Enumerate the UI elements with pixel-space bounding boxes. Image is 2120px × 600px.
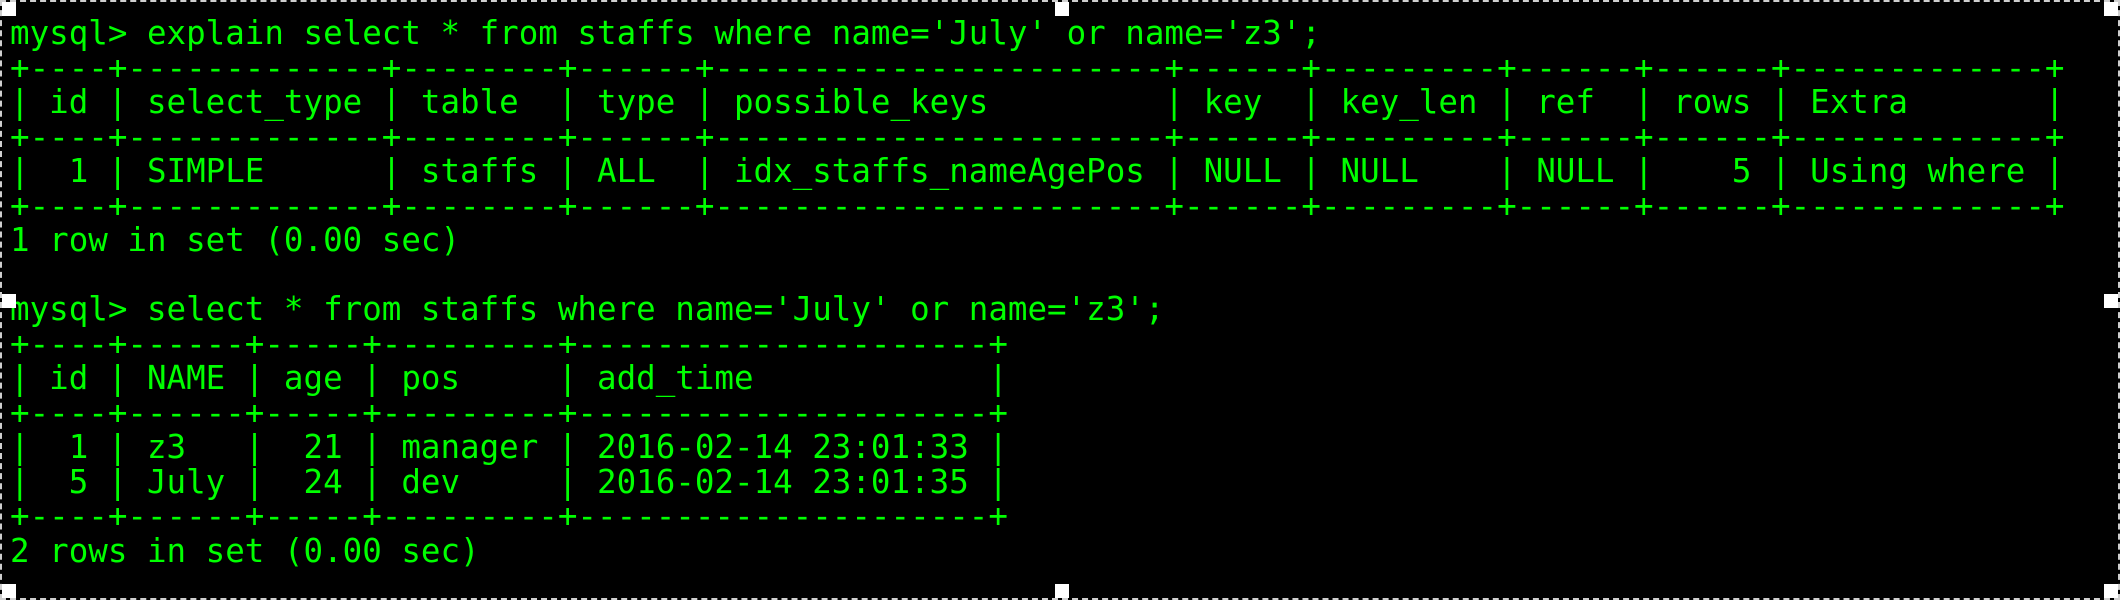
resize-handle-top-right[interactable]: [2104, 2, 2118, 16]
explain-table-border-bottom: +----+-------------+--------+------+----…: [10, 186, 2065, 225]
explain-table-border-mid: +----+-------------+--------+------+----…: [10, 117, 2065, 156]
select-result-summary: 2 rows in set (0.00 sec): [10, 531, 480, 570]
resize-handle-bottom-left[interactable]: [2, 584, 16, 598]
resize-handle-bottom-right[interactable]: [2104, 584, 2118, 598]
select-table-header-row: | id | NAME | age | pos | add_time |: [10, 359, 1008, 397]
explain-result-summary: 1 row in set (0.00 sec): [10, 221, 461, 259]
select-table-row: | 1 | z3 | 21 | manager | 2016-02-14 23:…: [10, 428, 1008, 466]
resize-handle-middle-right[interactable]: [2104, 294, 2118, 308]
select-command-line: mysql> select * from staffs where name='…: [10, 290, 1165, 328]
explain-command-line: mysql> explain select * from staffs wher…: [10, 14, 1321, 52]
explain-table-row: | 1 | SIMPLE | staffs | ALL | idx_staffs…: [10, 152, 2065, 190]
select-table-row: | 5 | July | 24 | dev | 2016-02-14 23:01…: [10, 462, 1008, 501]
resize-handle-top-left[interactable]: [2, 2, 16, 16]
terminal-window[interactable]: mysql> explain select * from staffs wher…: [0, 0, 2120, 600]
resize-handle-bottom-center[interactable]: [1055, 584, 1069, 598]
explain-table-header-row: | id | select_type | table | type | poss…: [10, 83, 2065, 121]
terminal-output: mysql> explain select * from staffs wher…: [10, 16, 2065, 568]
select-table-border-top: +----+------+-----+---------+-----------…: [10, 324, 1008, 363]
explain-table-border-top: +----+-------------+--------+------+----…: [10, 48, 2065, 87]
select-table-border-bottom: +----+------+-----+---------+-----------…: [10, 497, 1008, 535]
resize-handle-middle-left[interactable]: [2, 294, 16, 308]
select-table-border-mid: +----+------+-----+---------+-----------…: [10, 393, 1008, 432]
resize-handle-top-center[interactable]: [1055, 2, 1069, 16]
